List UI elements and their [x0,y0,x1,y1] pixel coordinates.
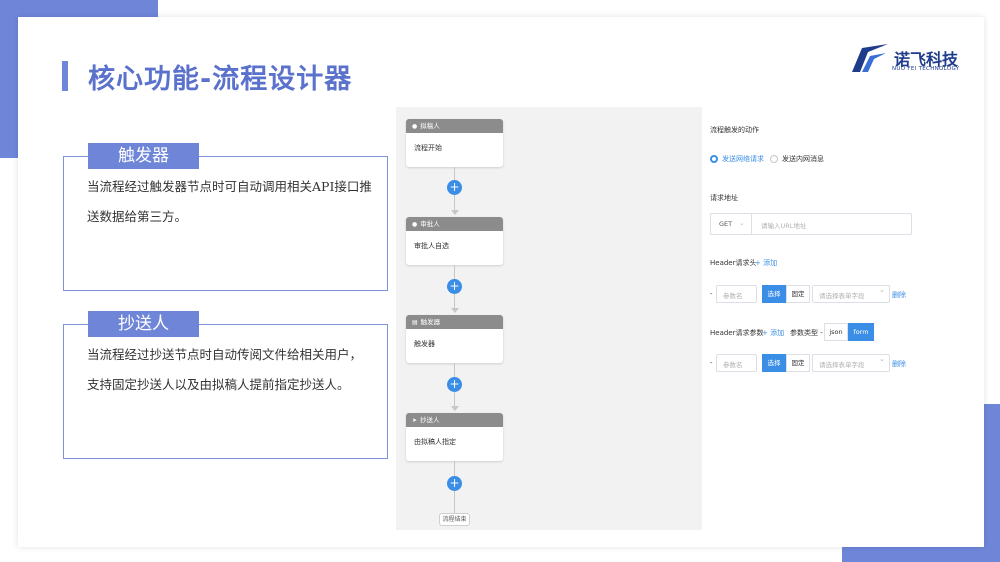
feature-desc-line: 送数据给第三方。 [87,209,188,224]
fixed-mode-button[interactable]: 固定 [786,354,810,372]
param-name-input[interactable]: 参数名 [716,354,757,372]
user-icon: ● [412,123,418,130]
node-body: 由拟稿人指定 [414,438,456,446]
feature-desc-line: 当流程经过触发器节点时可自动调用相关API接口推 [87,179,372,194]
send-icon: ➤ [412,417,418,424]
type-form-button[interactable]: form [848,323,874,341]
param-add-link[interactable]: + 添加 [762,328,784,338]
radio-send-internal[interactable] [770,155,778,163]
url-label: 请求地址 [710,194,738,202]
add-node-button[interactable]: + [447,476,462,491]
delete-link[interactable]: 删除 [892,290,906,300]
flow-canvas[interactable]: ● 拟稿人 流程开始 + ● 审批人 审批人自选 + ▤ 触发器 触发器 + ➤ 抄送人… [396,107,702,530]
radio-send-request-label[interactable]: 发送网络请求 [722,154,764,164]
logo-wing-icon [852,44,888,72]
row-dash: - [710,359,713,367]
header-add-link[interactable]: + 添加 [755,258,777,268]
fixed-mode-button[interactable]: 固定 [786,285,810,303]
connector-arrow [451,406,459,411]
page-title: 核心功能-流程设计器 [88,64,353,95]
flow-node-drafter[interactable]: ● 拟稿人 流程开始 [406,119,503,167]
param-label: Header请求参数 [710,329,764,337]
radio-send-request[interactable] [710,155,718,163]
connector-arrow [451,308,459,313]
title-accent-bar [62,61,68,91]
chevron-down-icon: ⌄ [879,286,885,294]
action-label: 流程触发的动作 [710,126,759,134]
flow-node-cc[interactable]: ➤ 抄送人 由拟稿人指定 [406,413,503,461]
url-input[interactable]: 请输入URL地址 [761,220,806,230]
param-type-label: 参数类型 - [790,329,823,337]
feature-desc-line: 支持固定抄送人以及由拟稿人提前指定抄送人。 [87,377,350,392]
node-header: ➤ 抄送人 [406,413,503,427]
header-label: Header请求头 [710,259,757,267]
add-node-button[interactable]: + [447,377,462,392]
node-header-label: 触发器 [420,318,441,326]
node-body: 审批人自选 [414,242,449,250]
form-field-placeholder: 请选择表单字段 [819,292,865,300]
add-node-button[interactable]: + [447,180,462,195]
node-header: ● 拟稿人 [406,119,503,133]
logo-text-en: NUO FEI TECHNOLOGY [892,66,960,72]
form-field-select[interactable]: 请选择表单字段 ⌄ [812,354,890,372]
node-header: ● 审批人 [406,217,503,231]
flow-end-node: 流程结束 [439,513,470,526]
select-mode-button[interactable]: 选择 [762,285,786,303]
add-node-button[interactable]: + [447,279,462,294]
type-json-button[interactable]: json [824,323,848,341]
row-dash: - [710,290,713,298]
url-input-group[interactable]: GET ⌄ 请输入URL地址 [710,213,912,235]
param-name-placeholder: 参数名 [723,292,743,300]
node-body: 触发器 [414,340,435,348]
chevron-down-icon: ⌄ [739,219,745,227]
delete-link[interactable]: 删除 [892,359,906,369]
flow-node-approver[interactable]: ● 审批人 审批人自选 [406,217,503,265]
node-config-panel: 流程触发的动作 发送网络请求 发送内网消息 请求地址 GET ⌄ 请输入URL地… [702,107,970,530]
connector-arrow [451,210,459,215]
param-name-placeholder: 参数名 [723,361,743,369]
feature-desc-line: 当流程经过抄送节点时自动传阅文件给相关用户， [87,347,363,362]
trigger-icon: ▤ [412,319,418,326]
feature-tag-trigger: 触发器 [88,143,199,169]
param-name-input[interactable]: 参数名 [716,285,757,303]
user-icon: ● [412,221,418,228]
select-mode-button[interactable]: 选择 [762,354,786,372]
chevron-down-icon: ⌄ [879,355,885,363]
radio-send-internal-label[interactable]: 发送内网消息 [782,154,824,164]
company-logo: 诺飞科技 NUO FEI TECHNOLOGY [848,42,960,78]
feature-tag-cc: 抄送人 [88,311,199,337]
node-header-label: 拟稿人 [420,122,440,130]
node-header-label: 审批人 [420,220,440,228]
node-body: 流程开始 [414,144,442,152]
flow-node-trigger[interactable]: ▤ 触发器 触发器 [406,315,503,363]
form-field-select[interactable]: 请选择表单字段 ⌄ [812,285,890,303]
node-header: ▤ 触发器 [406,315,503,329]
node-header-label: 抄送人 [420,416,440,424]
form-field-placeholder: 请选择表单字段 [819,361,865,369]
feature-desc-trigger: 当流程经过触发器节点时可自动调用相关API接口推 送数据给第三方。 [87,172,383,232]
method-select[interactable]: GET [719,220,732,228]
feature-desc-cc: 当流程经过抄送节点时自动传阅文件给相关用户， 支持固定抄送人以及由拟稿人提前指定… [87,340,383,400]
url-divider [751,214,752,234]
